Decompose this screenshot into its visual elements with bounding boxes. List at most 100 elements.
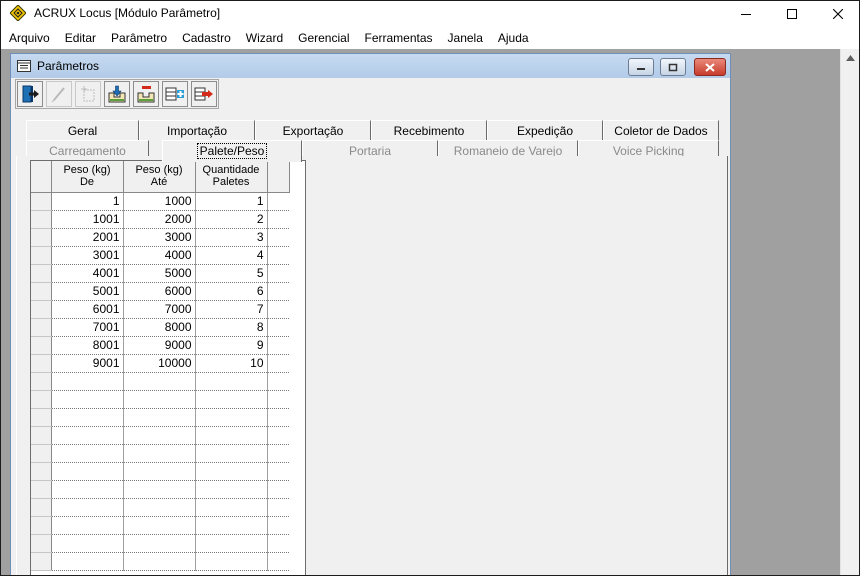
cell-quantidade-paletes[interactable]: 1 — [195, 192, 268, 211]
cell-peso-ate[interactable] — [123, 462, 196, 481]
row-indicator[interactable] — [31, 210, 52, 229]
child-restore-button[interactable] — [660, 58, 686, 76]
cell-quantidade-paletes[interactable] — [195, 480, 268, 499]
menu-gerencial[interactable]: Gerencial — [290, 28, 356, 48]
row-indicator[interactable] — [31, 282, 52, 301]
cell-peso-de[interactable]: 3001 — [51, 246, 124, 265]
menu-janela[interactable]: Janela — [440, 28, 490, 48]
child-close-button[interactable] — [694, 58, 726, 76]
tab-exportacao[interactable]: Exportação — [255, 120, 371, 140]
cell-quantidade-paletes[interactable] — [195, 462, 268, 481]
tab-importacao[interactable]: Importação — [139, 120, 255, 140]
close-button[interactable] — [815, 1, 860, 26]
cell-peso-de[interactable] — [51, 498, 124, 517]
cell-peso-de[interactable] — [51, 408, 124, 427]
cell-peso-ate[interactable]: 3000 — [123, 228, 196, 247]
cell-peso-de[interactable] — [51, 390, 124, 409]
cell-peso-de[interactable] — [51, 534, 124, 553]
tab-recebimento[interactable]: Recebimento — [371, 120, 487, 140]
cell-quantidade-paletes[interactable] — [195, 390, 268, 409]
table-row[interactable]: 7001 8000 8 — [31, 318, 289, 337]
menu-ferramentas[interactable]: Ferramentas — [356, 28, 439, 48]
child-title-bar[interactable]: Parâmetros — [11, 54, 730, 78]
table-row[interactable] — [31, 480, 289, 499]
cell-peso-de[interactable] — [51, 426, 124, 445]
row-indicator[interactable] — [31, 552, 52, 571]
cell-peso-de[interactable] — [51, 516, 124, 535]
cell-quantidade-paletes[interactable]: 8 — [195, 318, 268, 337]
table-row[interactable]: 3001 4000 4 — [31, 246, 289, 265]
cell-quantidade-paletes[interactable]: 6 — [195, 282, 268, 301]
cell-peso-ate[interactable] — [123, 480, 196, 499]
menu-ajuda[interactable]: Ajuda — [490, 28, 536, 48]
cell-peso-de[interactable] — [51, 462, 124, 481]
table-row[interactable]: 5001 6000 6 — [31, 282, 289, 301]
table-row[interactable] — [31, 516, 289, 535]
cell-peso-de[interactable]: 9001 — [51, 354, 124, 373]
row-indicator[interactable] — [31, 354, 52, 373]
cell-peso-de[interactable]: 2001 — [51, 228, 124, 247]
menu-arquivo[interactable]: Arquivo — [1, 28, 57, 48]
cell-quantidade-paletes[interactable] — [195, 408, 268, 427]
column-header-quantidade-paletes[interactable]: Quantidade Paletes — [195, 161, 268, 193]
table-row[interactable]: 9001 10000 10 — [31, 354, 289, 373]
child-minimize-button[interactable] — [628, 58, 654, 76]
cell-peso-de[interactable]: 4001 — [51, 264, 124, 283]
row-indicator[interactable] — [31, 336, 52, 355]
table-row[interactable]: 1001 2000 2 — [31, 210, 289, 229]
edit-button[interactable] — [46, 81, 72, 107]
vertical-scrollbar[interactable] — [840, 49, 859, 575]
cell-peso-ate[interactable]: 2000 — [123, 210, 196, 229]
row-indicator[interactable] — [31, 228, 52, 247]
column-header-peso-de[interactable]: Peso (kg) De — [51, 161, 124, 193]
row-indicator[interactable] — [31, 480, 52, 499]
cell-peso-de[interactable] — [51, 480, 124, 499]
row-indicator[interactable] — [31, 516, 52, 535]
cell-peso-de[interactable]: 1001 — [51, 210, 124, 229]
cell-peso-de[interactable] — [51, 552, 124, 571]
cell-peso-ate[interactable]: 4000 — [123, 246, 196, 265]
cell-peso-ate[interactable] — [123, 498, 196, 517]
cell-quantidade-paletes[interactable] — [195, 426, 268, 445]
tab-coletor-de-dados[interactable]: Coletor de Dados — [603, 120, 719, 140]
table-row[interactable] — [31, 390, 289, 409]
tab-palete-peso[interactable]: Palete/Peso — [162, 140, 302, 162]
cell-quantidade-paletes[interactable] — [195, 552, 268, 571]
cell-peso-ate[interactable] — [123, 444, 196, 463]
cell-peso-de[interactable]: 7001 — [51, 318, 124, 337]
cell-peso-de[interactable] — [51, 444, 124, 463]
table-row[interactable]: 8001 9000 9 — [31, 336, 289, 355]
table-row[interactable] — [31, 444, 289, 463]
table-row[interactable] — [31, 552, 289, 571]
cell-peso-ate[interactable] — [123, 426, 196, 445]
cell-peso-ate[interactable] — [123, 408, 196, 427]
table-row[interactable]: 4001 5000 5 — [31, 264, 289, 283]
cell-peso-de[interactable]: 5001 — [51, 282, 124, 301]
maximize-button[interactable] — [769, 1, 815, 26]
table-row[interactable] — [31, 426, 289, 445]
cell-quantidade-paletes[interactable] — [195, 516, 268, 535]
row-indicator[interactable] — [31, 318, 52, 337]
cell-peso-ate[interactable]: 9000 — [123, 336, 196, 355]
menu-editar[interactable]: Editar — [57, 28, 103, 48]
cell-peso-ate[interactable]: 7000 — [123, 300, 196, 319]
table-row[interactable]: 2001 3000 3 — [31, 228, 289, 247]
table-row[interactable] — [31, 534, 289, 553]
cell-peso-ate[interactable]: 1000 — [123, 192, 196, 211]
cell-quantidade-paletes[interactable]: 7 — [195, 300, 268, 319]
cell-quantidade-paletes[interactable]: 9 — [195, 336, 268, 355]
row-indicator[interactable] — [31, 426, 52, 445]
cell-quantidade-paletes[interactable]: 3 — [195, 228, 268, 247]
menu-wizard[interactable]: Wizard — [238, 28, 290, 48]
cell-peso-de[interactable]: 6001 — [51, 300, 124, 319]
remove-row-button[interactable] — [191, 81, 217, 107]
cell-peso-ate[interactable]: 10000 — [123, 354, 196, 373]
menu-parametro[interactable]: Parâmetro — [103, 28, 174, 48]
table-row[interactable]: 1 1000 1 — [31, 192, 289, 211]
new-record-button[interactable] — [75, 81, 101, 107]
save-button[interactable] — [104, 81, 130, 107]
row-indicator[interactable] — [31, 246, 52, 265]
delete-button[interactable] — [133, 81, 159, 107]
cell-quantidade-paletes[interactable] — [195, 444, 268, 463]
row-indicator[interactable] — [31, 498, 52, 517]
